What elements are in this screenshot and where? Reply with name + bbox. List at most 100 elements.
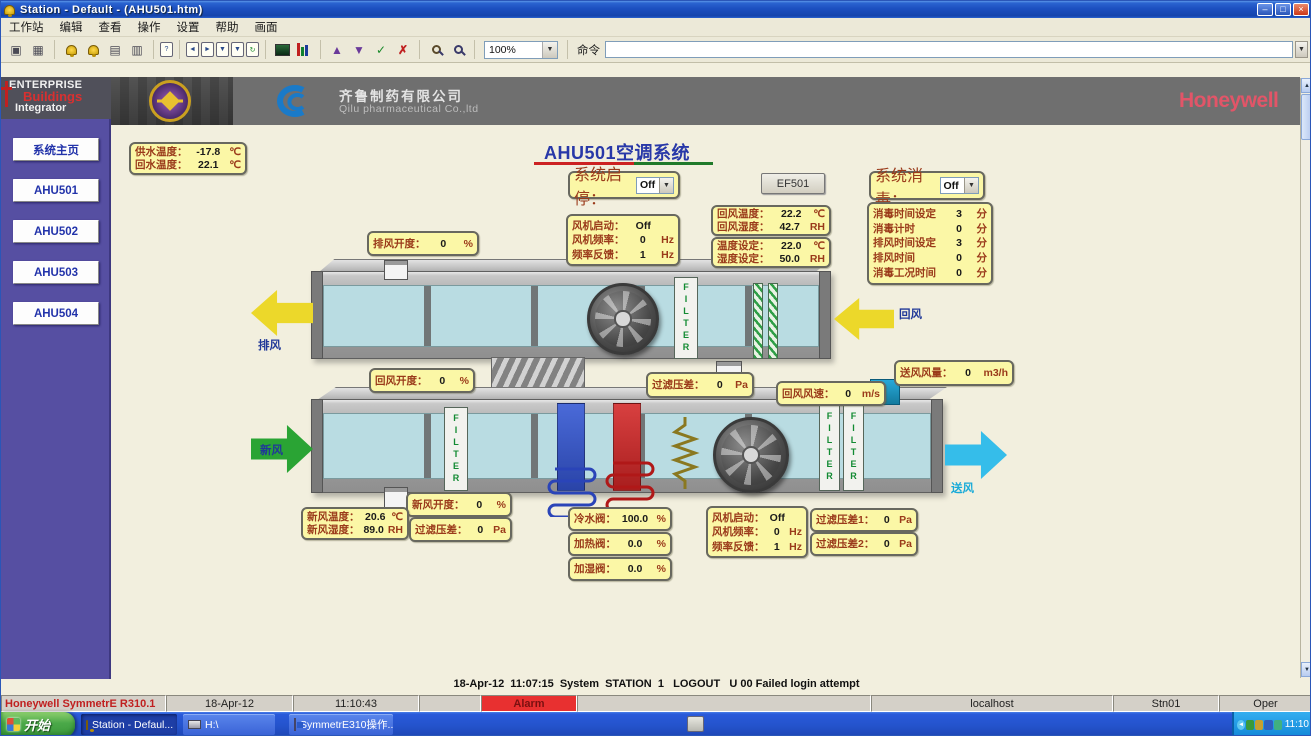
tray-icon[interactable] xyxy=(1274,720,1282,730)
field-value: 0.0 xyxy=(616,563,654,575)
select-value: Off xyxy=(637,179,659,191)
statusbar-blank xyxy=(577,695,871,712)
station-icon[interactable]: ▣ xyxy=(6,40,26,60)
statusbar-alarm[interactable]: Alarm xyxy=(481,695,577,712)
tray-icon[interactable] xyxy=(1246,720,1254,730)
menu-display[interactable]: 画面 xyxy=(247,17,286,37)
sidebar-item-ahu503[interactable]: AHU503 xyxy=(13,261,99,284)
sidebar-item-ahu502[interactable]: AHU502 xyxy=(13,220,99,243)
cancel-icon[interactable]: ✗ xyxy=(393,40,413,60)
chevron-down-icon[interactable]: ▼ xyxy=(964,178,978,193)
supply-air-label: 送风 xyxy=(951,480,974,496)
help-icon[interactable]: ? xyxy=(160,42,173,57)
statusbar-user: Oper xyxy=(1219,695,1311,712)
language-bar-icon[interactable] xyxy=(687,716,704,732)
menu-edit[interactable]: 编辑 xyxy=(52,17,91,37)
prev-page-icon[interactable]: ◄ xyxy=(186,42,199,57)
zoom-dropdown-icon[interactable]: ▼ xyxy=(542,42,557,58)
field-unit: ℃ xyxy=(229,159,241,171)
field-value: 0 xyxy=(705,379,736,391)
document-icon xyxy=(294,718,296,731)
sidebar-item-ahu501[interactable]: AHU501 xyxy=(13,179,99,202)
menu-configure[interactable]: 设置 xyxy=(169,17,208,37)
zoom-combobox[interactable]: 100% ▼ xyxy=(484,41,558,59)
command-input[interactable] xyxy=(605,41,1293,58)
toolbar-separator xyxy=(179,40,180,59)
sidebar-item-ahu504[interactable]: AHU504 xyxy=(13,302,99,325)
new-display-icon[interactable]: ▼ xyxy=(231,42,244,57)
lower-value-icon[interactable]: ▼ xyxy=(349,40,369,60)
field-unit: ℃ xyxy=(229,146,241,158)
refresh-display-icon[interactable]: ↻ xyxy=(246,42,259,57)
confirm-icon[interactable]: ✓ xyxy=(371,40,391,60)
scroll-up-icon[interactable]: ▲ xyxy=(1301,78,1311,93)
field-value: 0 xyxy=(874,538,899,550)
fresh-air-filter: FILTER xyxy=(444,407,468,491)
scrollbar-thumb[interactable] xyxy=(1301,94,1311,140)
panel-right-icon[interactable]: ▥ xyxy=(127,40,147,60)
field-unit: Pa xyxy=(735,379,748,391)
humidifier-valve-field: 加湿阀：0.0% xyxy=(568,557,672,581)
tray-chevron-icon[interactable]: ◄ xyxy=(1237,720,1245,730)
start-label: 开始 xyxy=(24,715,50,734)
close-button[interactable]: × xyxy=(1293,3,1309,16)
tray-icon[interactable] xyxy=(1264,720,1272,730)
vertical-scrollbar[interactable]: ▲ ▼ xyxy=(1300,78,1311,678)
recall-page-icon[interactable]: ▼ xyxy=(216,42,229,57)
maximize-button[interactable]: □ xyxy=(1275,3,1291,16)
field-value: 22.1 xyxy=(188,159,230,171)
scroll-down-icon[interactable]: ▼ xyxy=(1301,662,1311,677)
supply-filter-1: FILTER xyxy=(819,403,840,491)
field-value: 0 xyxy=(625,234,662,246)
menu-view[interactable]: 查看 xyxy=(91,17,130,37)
field-unit: Pa xyxy=(899,538,912,550)
field-value: 0 xyxy=(428,375,458,387)
trend-icon[interactable] xyxy=(294,40,314,60)
menubar: 工作站 编辑 查看 操作 设置 帮助 画面 xyxy=(1,18,1311,37)
menu-station[interactable]: 工作站 xyxy=(1,17,52,37)
capture-icon[interactable]: ▦ xyxy=(28,40,48,60)
fresh-air-temp-field: 新风温度：20.6℃ 新风湿度：89.0RH xyxy=(301,507,409,540)
field-unit: 分 xyxy=(971,223,987,235)
taskbar-task-station[interactable]: Station - Defaul... xyxy=(81,714,177,735)
statusbar-product: Honeywell SymmetrE R310.1 xyxy=(1,695,166,712)
panel-left-icon[interactable]: ▤ xyxy=(105,40,125,60)
minimize-button[interactable]: – xyxy=(1257,3,1273,16)
field-unit: % xyxy=(654,513,666,525)
field-unit: % xyxy=(494,499,506,511)
station-bell-icon xyxy=(86,720,88,730)
taskbar: 开始 Station - Defaul... H:\ SymmetrE310操作… xyxy=(1,712,1311,736)
system-start-select[interactable]: Off ▼ xyxy=(636,177,674,194)
menu-help[interactable]: 帮助 xyxy=(208,17,247,37)
field-value: 0 xyxy=(953,367,984,379)
supply-filter-2: FILTER xyxy=(843,403,864,491)
raise-value-icon[interactable]: ▲ xyxy=(327,40,347,60)
taskbar-task-document[interactable]: SymmetrE310操作... xyxy=(289,714,393,735)
alarm-ack-icon[interactable] xyxy=(83,40,103,60)
alarm-icon[interactable] xyxy=(61,40,81,60)
start-button[interactable]: 开始 xyxy=(1,712,75,736)
task-label: Station - Defaul... xyxy=(92,719,173,731)
search-icon[interactable] xyxy=(448,40,468,60)
field-value: 0 xyxy=(468,524,494,536)
field-label: 回水温度： xyxy=(135,159,188,171)
sidebar-item-home[interactable]: 系统主页 xyxy=(13,138,99,161)
filter-dp2-field: 过滤压差2：0Pa xyxy=(810,532,918,556)
disinfect-select[interactable]: Off ▼ xyxy=(940,177,980,194)
taskbar-task-drive[interactable]: H:\ xyxy=(183,714,275,735)
next-page-icon[interactable]: ► xyxy=(201,42,214,57)
display-icon[interactable] xyxy=(272,40,292,60)
connect-icon[interactable] xyxy=(426,40,446,60)
field-label: 回风风速： xyxy=(782,388,835,400)
menu-action[interactable]: 操作 xyxy=(130,17,169,37)
ef501-button[interactable]: EF501 xyxy=(761,173,825,194)
field-label: 温度设定： xyxy=(717,240,770,252)
field-value: 3 xyxy=(947,208,971,220)
field-label: 排风开度： xyxy=(373,238,426,250)
return-air-temp-field: 回风温度：22.2℃ 回风湿度：42.7RH xyxy=(711,205,831,236)
tray-icon[interactable] xyxy=(1255,720,1263,730)
command-history-icon[interactable]: ▼ xyxy=(1295,41,1308,58)
filter-dp1-field: 过滤压差1：0Pa xyxy=(810,508,918,532)
field-unit: ℃ xyxy=(813,240,825,252)
chevron-down-icon[interactable]: ▼ xyxy=(659,178,673,193)
